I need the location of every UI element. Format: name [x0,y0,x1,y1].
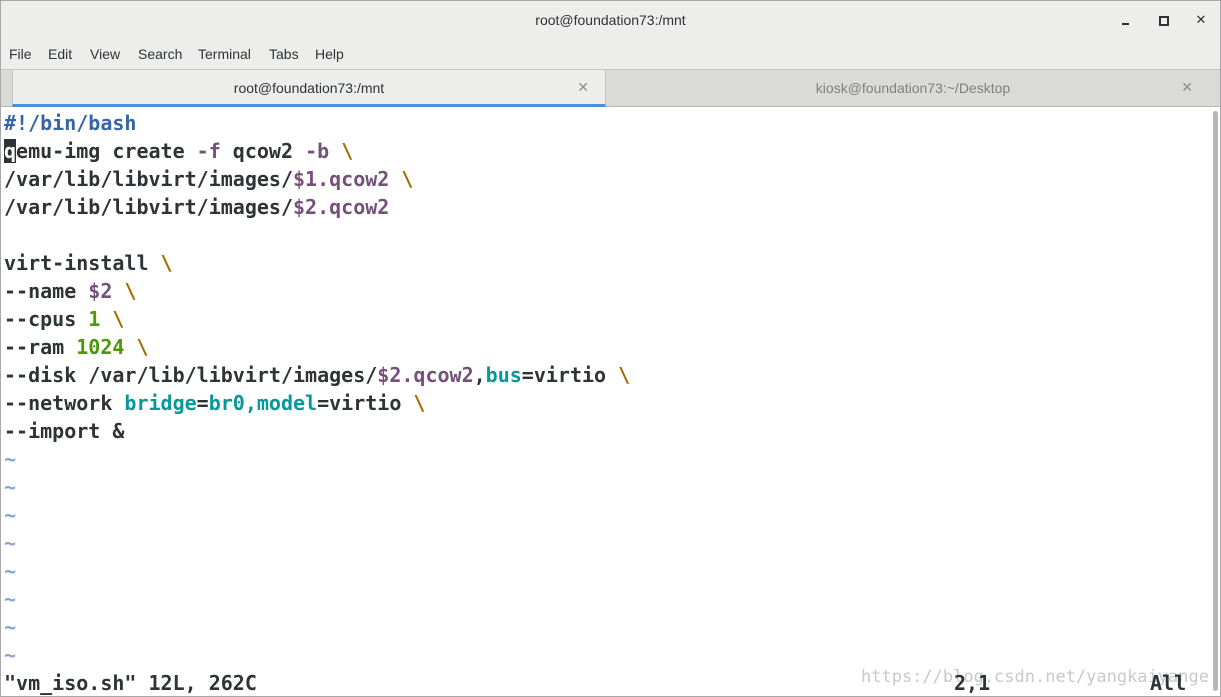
code-keyword: bus [485,363,522,387]
code-text: /var/lib/libvirt/images/ [4,167,293,191]
code-line-3: /var/lib/libvirt/images/$1.qcow2 \ [4,165,413,193]
empty-line-marker: ~ [4,615,17,639]
code-keyword: bridge [124,391,197,415]
tab-bar: root@foundation73:/mnt ✕ kiosk@foundatio… [1,69,1220,107]
code-text: qcow2 [220,139,306,163]
code-line-1: #!/bin/bash [4,109,136,137]
tab-label: kiosk@foundation73:~/Desktop [815,80,1011,96]
code-flag: -b [305,139,330,163]
terminal-content[interactable]: #!/bin/bash qemu-img create -f qcow2 -b … [1,107,1211,696]
code-line-2: qemu-img create -f qcow2 -b \ [4,137,353,165]
code-text: =virtio [317,391,414,415]
code-line-9: --ram 1024 \ [4,333,149,361]
code-text: --name [4,279,89,303]
minimize-button[interactable] [1116,11,1136,31]
menu-edit[interactable]: Edit [48,46,72,62]
line-continuation: \ [136,335,149,359]
minimize-icon [1122,23,1129,25]
status-cursor-position: 2,1 [954,671,991,695]
empty-line-marker: ~ [4,559,17,583]
code-variable: $2 [88,279,113,303]
tab-close-icon[interactable]: ✕ [577,70,589,106]
terminal-window: root@foundation73:/mnt ✕ File Edit View … [0,0,1221,697]
empty-line-marker: ~ [4,531,17,555]
code-line-6: virt-install \ [4,249,173,277]
code-text: emu-img create [16,139,197,163]
code-text: --network [4,391,125,415]
code-number: 1024 [76,335,125,359]
code-text: --import & [4,419,125,443]
code-text: virt-install [4,251,161,275]
code-line-8: --cpus 1 \ [4,305,124,333]
status-file-info: "vm_iso.sh" 12L, 262C [4,671,257,695]
menu-search[interactable]: Search [138,46,182,62]
text-cursor: q [4,139,17,163]
menu-tabs[interactable]: Tabs [269,46,299,62]
empty-line-marker: ~ [4,643,17,667]
line-continuation: \ [124,279,137,303]
title-bar[interactable]: root@foundation73:/mnt ✕ [1,1,1220,41]
tab-root-mnt[interactable]: root@foundation73:/mnt ✕ [12,70,606,107]
empty-line-marker: ~ [4,503,17,527]
code-text: --disk /var/lib/libvirt/images/ [4,363,378,387]
code-line-4: /var/lib/libvirt/images/$2.qcow2 [4,193,389,221]
scrollbar-thumb[interactable] [1213,111,1218,691]
code-text: , [473,363,486,387]
code-text: /var/lib/libvirt/images/ [4,195,293,219]
code-line-12: --import & [4,417,124,445]
code-variable: $1.qcow2 [292,167,390,191]
shebang: #!/bin/bash [4,111,137,135]
status-scroll-indicator: All [1150,671,1187,695]
line-continuation: \ [341,139,354,163]
code-text: --ram [4,335,77,359]
window-title: root@foundation73:/mnt [535,12,686,28]
code-text: = [196,391,209,415]
code-text: =virtio [521,363,619,387]
code-text: --cpus [4,307,89,331]
close-icon: ✕ [1195,13,1207,28]
maximize-icon [1159,16,1169,26]
menu-terminal[interactable]: Terminal [198,46,251,62]
menu-help[interactable]: Help [315,46,344,62]
code-line-10: --disk /var/lib/libvirt/images/$2.qcow2,… [4,361,630,389]
empty-line-marker: ~ [4,475,17,499]
line-continuation: \ [413,391,426,415]
empty-line-marker: ~ [4,447,17,471]
close-window-button[interactable]: ✕ [1191,11,1211,31]
line-continuation: \ [112,307,125,331]
maximize-button[interactable] [1154,11,1174,31]
code-number: 1 [88,307,101,331]
line-continuation: \ [618,363,631,387]
line-continuation: \ [401,167,414,191]
code-line-11: --network bridge=br0,model=virtio \ [4,389,425,417]
scrollbar[interactable] [1211,107,1220,696]
menu-view[interactable]: View [90,46,120,62]
tab-kiosk-desktop[interactable]: kiosk@foundation73:~/Desktop ✕ [607,70,1219,107]
code-line-7: --name $2 \ [4,277,136,305]
code-variable: $2.qcow2 [377,363,474,387]
code-flag: -f [196,139,221,163]
code-variable: $2.qcow2 [292,195,390,219]
tab-label: root@foundation73:/mnt [233,80,385,96]
line-continuation: \ [160,251,173,275]
tab-close-icon[interactable]: ✕ [1181,70,1193,106]
menu-file[interactable]: File [9,46,32,62]
empty-line-marker: ~ [4,587,17,611]
menu-bar: File Edit View Search Terminal Tabs Help [1,41,1220,69]
code-keyword: br0,model [208,391,318,415]
